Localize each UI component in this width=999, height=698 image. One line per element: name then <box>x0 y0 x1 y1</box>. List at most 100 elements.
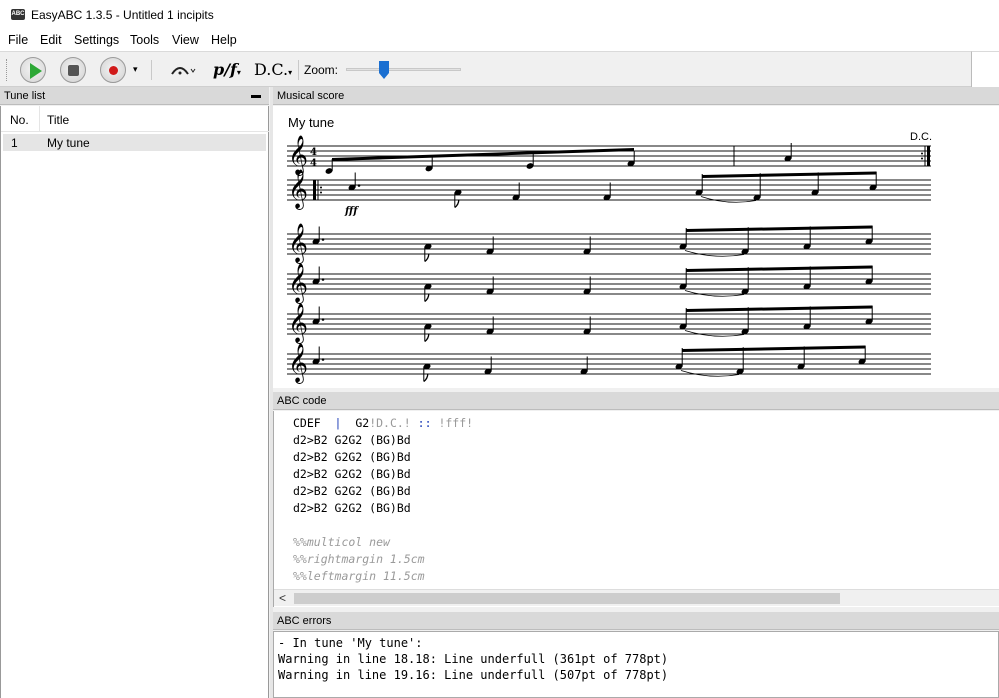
note-flag <box>423 373 429 383</box>
code-comment: %%rightmargin 1.5cm <box>293 552 425 566</box>
tune-list-row[interactable]: 1 My tune <box>3 134 266 151</box>
treble-clef: 𝄞 <box>288 303 308 344</box>
time-signature: 4 <box>310 158 317 169</box>
repeat-dot <box>921 157 923 160</box>
stop-button[interactable] <box>60 57 86 83</box>
menu-help[interactable]: Help <box>209 33 239 47</box>
toolbar-grip[interactable] <box>6 59 8 81</box>
play-button[interactable] <box>20 57 46 83</box>
note-dot <box>357 184 361 187</box>
note-dot <box>321 278 325 281</box>
score-panel-title: Musical score <box>277 90 345 102</box>
note-dot <box>321 318 325 321</box>
menu-file[interactable]: File <box>6 33 30 47</box>
minimize-icon[interactable]: ▬ <box>251 90 261 101</box>
zoom-slider[interactable] <box>346 68 461 71</box>
errors-title: ABC errors <box>277 615 332 627</box>
menu-view[interactable]: View <box>170 33 201 47</box>
zoom-slider-thumb[interactable] <box>378 61 389 79</box>
column-divider[interactable] <box>39 106 40 132</box>
menu-tools[interactable]: Tools <box>128 33 161 47</box>
abc-code-header: ABC code <box>273 392 999 410</box>
record-button[interactable] <box>100 57 126 83</box>
title-bar: ABC EasyABC 1.3.5 - Untitled 1 incipits <box>0 0 999 31</box>
abc-code-editor[interactable]: CDEF | G2!D.C.! :: !fff! d2>B2 G2G2 (BG)… <box>273 411 999 607</box>
stop-icon <box>68 65 79 76</box>
toolbar-overflow <box>971 51 999 87</box>
abc-code-title: ABC code <box>277 395 327 407</box>
toolbar: ▾ p/f▾ D.C.▾ Zoom: <box>0 51 971 87</box>
tune-list-header: Tune list ▬ <box>0 87 269 105</box>
menu-settings[interactable]: Settings <box>72 33 121 47</box>
time-signature: 4 <box>310 147 317 158</box>
note-beam <box>686 225 873 232</box>
code-line: d2>B2 G2G2 (BG)Bd <box>293 433 411 447</box>
treble-clef: 𝄞 <box>288 169 308 210</box>
code-line: d2>B2 G2G2 (BG)Bd <box>293 484 411 498</box>
menu-bar: File Edit Settings Tools View Help <box>0 31 999 51</box>
code-line: d2>B2 G2G2 (BG)Bd <box>293 501 411 515</box>
dc-button[interactable]: D.C.▾ <box>254 60 292 79</box>
menu-edit[interactable]: Edit <box>38 33 64 47</box>
note-flag <box>424 253 430 263</box>
scrollbar-thumb[interactable] <box>294 593 840 604</box>
note-beam <box>686 305 873 312</box>
horizontal-scrollbar[interactable]: < <box>274 589 999 606</box>
code-line: d2>B2 G2G2 (BG)Bd <box>293 467 411 481</box>
tune-list: No. Title 1 My tune <box>0 106 269 698</box>
note-beam <box>686 265 873 272</box>
treble-clef: 𝄞 <box>288 263 308 304</box>
note-flag <box>424 293 430 303</box>
column-title[interactable]: Title <box>47 113 69 127</box>
repeat-dot <box>320 186 322 189</box>
note-beam <box>682 345 866 352</box>
repeat-bar-thick <box>313 180 316 200</box>
abc-errors-output[interactable]: - In tune 'My tune': Warning in line 18.… <box>273 631 999 698</box>
tune-title: My tune <box>47 136 90 150</box>
note-beam <box>332 148 634 161</box>
tune-list-title: Tune list <box>4 90 46 102</box>
column-no[interactable]: No. <box>10 113 29 127</box>
note-beam <box>702 171 877 178</box>
toolbar-separator <box>298 60 299 80</box>
slur <box>700 196 757 203</box>
dynamic-marking: fff <box>344 206 359 217</box>
scroll-left-icon[interactable]: < <box>279 591 286 605</box>
slur <box>684 330 745 337</box>
score-notation: 𝄞𝄞𝄞𝄞𝄞𝄞44D.C.fff <box>287 131 932 384</box>
tune-number: 1 <box>11 136 18 150</box>
dc-marking: D.C. <box>910 131 932 143</box>
errors-header: ABC errors <box>273 612 999 630</box>
record-dropdown-icon[interactable]: ▾ <box>133 64 138 75</box>
error-line: - In tune 'My tune': <box>278 636 423 650</box>
slur <box>684 250 745 257</box>
slur <box>680 370 740 377</box>
final-bar-line <box>927 146 930 166</box>
code-comment: %%multicol new <box>293 535 390 549</box>
zoom-label: Zoom: <box>304 63 339 77</box>
note-flag <box>454 199 460 209</box>
code-line: d2>B2 G2G2 (BG)Bd <box>293 450 411 464</box>
note-dot <box>321 358 325 361</box>
record-icon <box>109 66 118 75</box>
fermata-icon[interactable] <box>168 61 196 79</box>
score-header: Musical score <box>273 87 999 105</box>
slur <box>684 290 745 297</box>
repeat-dot <box>921 152 923 155</box>
note-dot <box>321 238 325 241</box>
score-tune-title: My tune <box>288 115 335 130</box>
app-icon: ABC <box>11 9 25 20</box>
error-line: Warning in line 18.18: Line underfull (3… <box>278 652 669 666</box>
treble-clef: 𝄞 <box>288 223 308 264</box>
musical-score[interactable]: 𝄞 𝄞 𝄞 𝄞 𝄞 𝄞 4 4 D.C. fff My tune <box>273 106 999 388</box>
repeat-dot <box>320 191 322 194</box>
window-title: EasyABC 1.3.5 - Untitled 1 incipits <box>31 8 214 22</box>
error-line: Warning in line 19.16: Line underfull (5… <box>278 668 669 682</box>
tune-list-column-header: No. Title <box>1 106 269 132</box>
toolbar-separator <box>151 60 152 80</box>
treble-clef: 𝄞 <box>288 343 308 384</box>
code-comment: %%leftmargin 11.5cm <box>293 569 425 583</box>
dynamics-button[interactable]: p/f▾ <box>213 60 241 79</box>
note-flag <box>424 333 430 343</box>
play-icon <box>30 63 42 79</box>
